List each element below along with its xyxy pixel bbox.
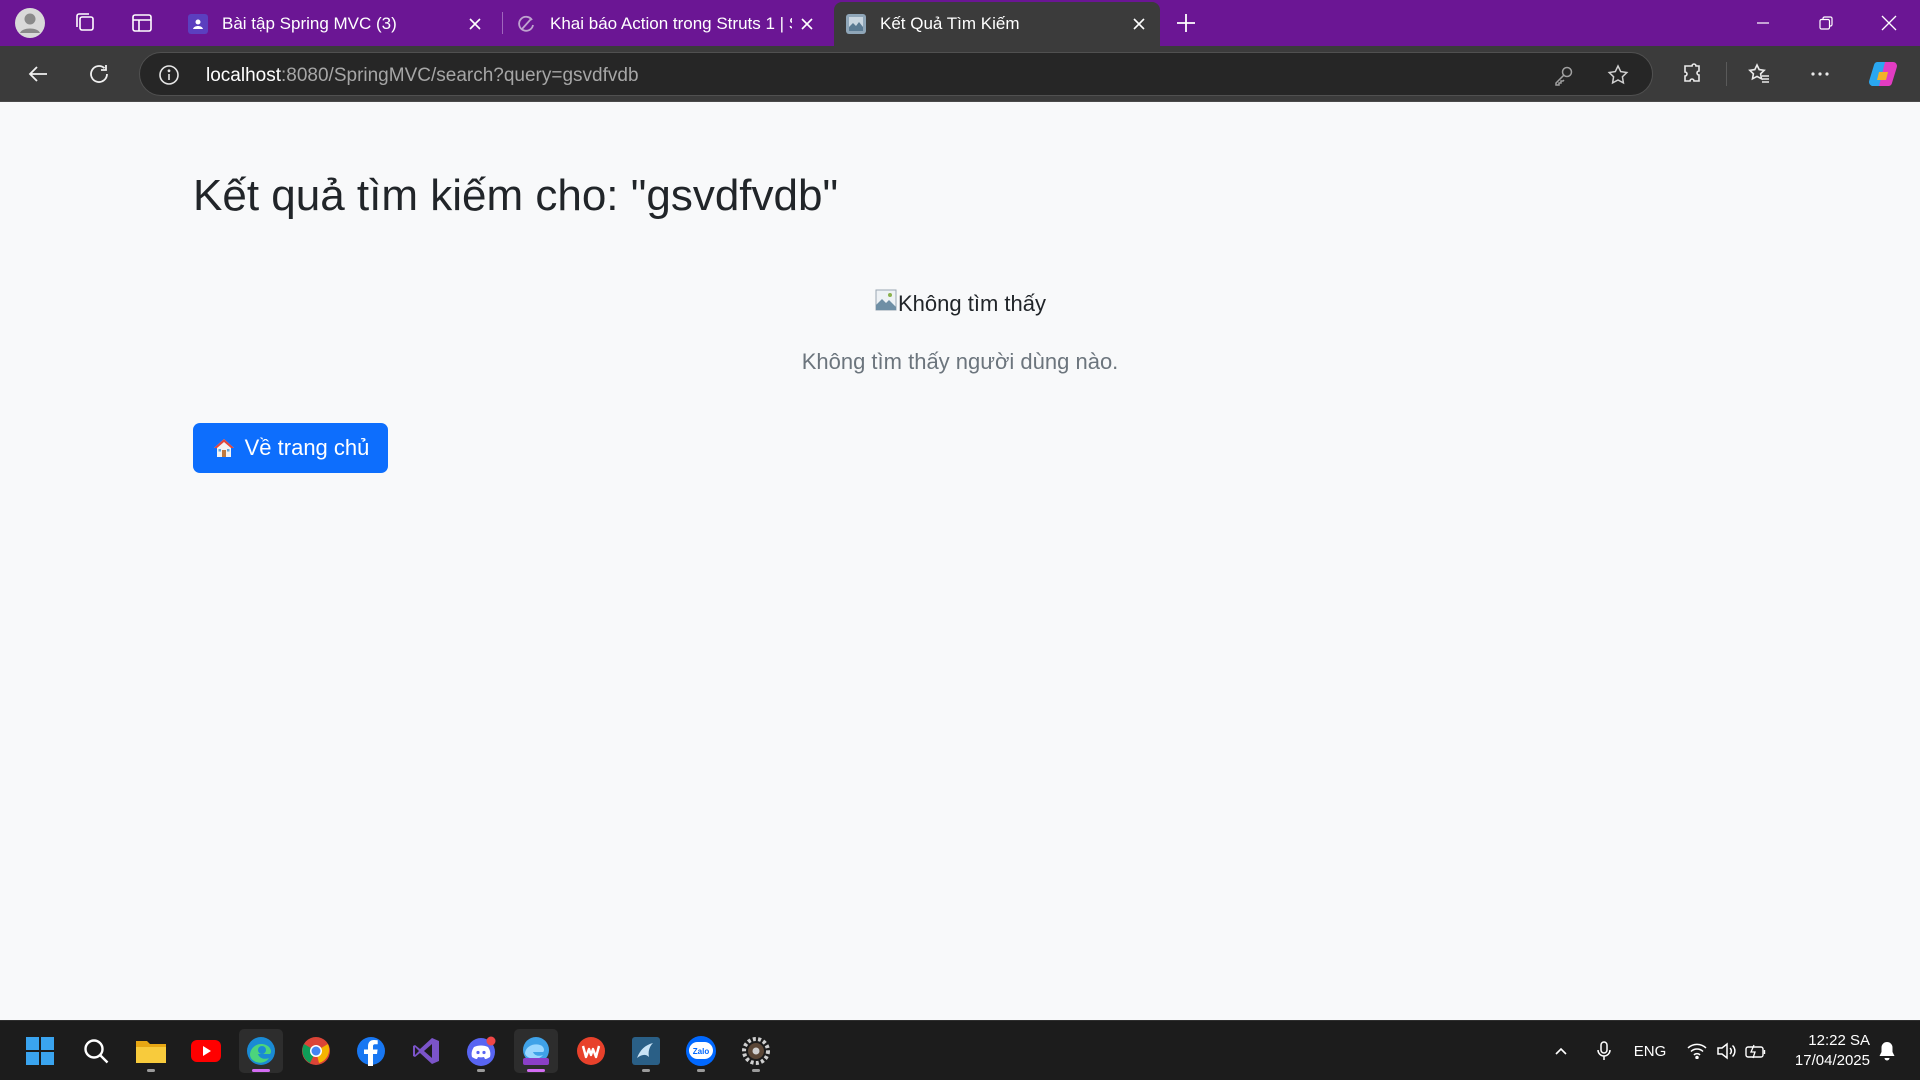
back-arrow-icon[interactable] bbox=[18, 54, 58, 94]
close-tab-icon[interactable] bbox=[792, 9, 822, 39]
no-results-message: Không tìm thấy người dùng nào. bbox=[801, 349, 1119, 374]
site-info-icon[interactable] bbox=[158, 64, 180, 86]
page-content: Kết quả tìm kiếm cho: "gsvdfvdb" Không t… bbox=[0, 103, 1920, 1020]
not-found-image: Không tìm thấy bbox=[875, 289, 1046, 317]
zalo-icon[interactable]: Zalo bbox=[679, 1029, 723, 1073]
facebook-icon[interactable] bbox=[349, 1029, 393, 1073]
browser-toolbar: localhost:8080/SpringMVC/search?query=gs… bbox=[0, 46, 1920, 102]
tab-separator bbox=[502, 12, 503, 34]
page-title: Kết quả tìm kiếm cho: "gsvdfvdb" bbox=[193, 171, 839, 220]
restore-icon[interactable] bbox=[1795, 0, 1857, 46]
extensions-puzzle-icon[interactable] bbox=[1672, 54, 1712, 94]
image-alt-text: Không tìm thấy bbox=[898, 291, 1046, 316]
favorite-star-icon[interactable] bbox=[1606, 63, 1630, 87]
active-indicator bbox=[527, 1069, 545, 1072]
visual-studio-icon[interactable] bbox=[404, 1029, 448, 1073]
search-icon[interactable] bbox=[74, 1029, 118, 1073]
close-tab-icon[interactable] bbox=[460, 9, 490, 39]
youtube-icon[interactable] bbox=[184, 1029, 228, 1073]
clock-time: 12:22 SA bbox=[1808, 1032, 1870, 1049]
edge-preview-icon[interactable] bbox=[514, 1029, 558, 1073]
running-indicator bbox=[697, 1069, 705, 1072]
url-text[interactable]: localhost:8080/SpringMVC/search?query=gs… bbox=[206, 65, 639, 87]
tab-title: Kết Quả Tìm Kiếm bbox=[880, 14, 1020, 33]
svg-text:Zalo: Zalo bbox=[693, 1047, 710, 1056]
close-window-icon[interactable] bbox=[1858, 0, 1920, 46]
toolbar-separator bbox=[1726, 62, 1727, 86]
running-indicator bbox=[752, 1069, 760, 1072]
minimize-icon[interactable] bbox=[1732, 0, 1794, 46]
notification-bell-icon[interactable] bbox=[1874, 1021, 1900, 1080]
house-icon bbox=[212, 436, 236, 460]
url-path: :8080/SpringMVC/search?query=gsvdfvdb bbox=[281, 65, 639, 86]
show-hidden-icons-chevron-icon[interactable] bbox=[1548, 1021, 1574, 1080]
wps-office-icon[interactable] bbox=[569, 1029, 613, 1073]
broken-page-favicon-icon bbox=[846, 14, 866, 34]
windows-taskbar: Zalo ENG 12:22 SA 17/04/2025 bbox=[0, 1020, 1920, 1080]
running-indicator bbox=[147, 1069, 155, 1072]
tab-title: Bài tập Spring MVC (3) bbox=[222, 14, 397, 33]
microphone-icon[interactable] bbox=[1590, 1021, 1618, 1080]
running-indicator bbox=[642, 1069, 650, 1072]
running-indicator bbox=[477, 1069, 485, 1072]
more-options-icon[interactable] bbox=[1800, 54, 1840, 94]
url-host: localhost bbox=[206, 65, 281, 86]
edge-icon[interactable] bbox=[239, 1029, 283, 1073]
home-button[interactable]: Về trang chủ bbox=[193, 423, 388, 473]
start-icon[interactable] bbox=[18, 1029, 62, 1073]
tab-struts[interactable]: Khai báo Action trong Struts 1 | Sh bbox=[504, 2, 828, 46]
system-clock[interactable]: 12:22 SA 17/04/2025 bbox=[1770, 1031, 1870, 1071]
tab-favicon-icon bbox=[188, 14, 208, 34]
browser-title-bar: Bài tập Spring MVC (3) Khai báo Action t… bbox=[0, 0, 1920, 46]
tab-spring-mvc[interactable]: Bài tập Spring MVC (3) bbox=[176, 2, 496, 46]
favorites-icon[interactable] bbox=[1739, 54, 1779, 94]
settings-gear-icon[interactable] bbox=[734, 1029, 778, 1073]
refresh-icon[interactable] bbox=[79, 54, 119, 94]
wifi-icon[interactable] bbox=[1684, 1021, 1710, 1080]
profile-avatar-icon[interactable] bbox=[10, 4, 50, 42]
active-indicator bbox=[252, 1069, 270, 1072]
tab-search-results[interactable]: Kết Quả Tìm Kiếm bbox=[834, 2, 1160, 46]
tab-title: Khai báo Action trong Struts 1 | Sh bbox=[550, 14, 792, 33]
language-label: ENG bbox=[1633, 1042, 1667, 1060]
close-tab-icon[interactable] bbox=[1124, 9, 1154, 39]
copilot-icon[interactable] bbox=[1863, 54, 1903, 94]
mysql-workbench-icon[interactable] bbox=[624, 1029, 668, 1073]
language-indicator[interactable]: ENG bbox=[1630, 1021, 1670, 1080]
password-key-icon[interactable] bbox=[1552, 63, 1576, 87]
discord-icon[interactable] bbox=[459, 1029, 503, 1073]
home-button-label: Về trang chủ bbox=[244, 435, 370, 460]
address-bar[interactable]: localhost:8080/SpringMVC/search?query=gs… bbox=[139, 52, 1653, 96]
clock-date: 17/04/2025 bbox=[1794, 1052, 1870, 1069]
loading-spinner-icon bbox=[516, 14, 536, 34]
chrome-icon[interactable] bbox=[294, 1029, 338, 1073]
broken-image-icon bbox=[875, 289, 897, 311]
workspaces-icon[interactable] bbox=[65, 4, 105, 42]
volume-icon[interactable] bbox=[1713, 1021, 1739, 1080]
vertical-tabs-icon[interactable] bbox=[122, 4, 162, 42]
file-explorer-icon[interactable] bbox=[129, 1029, 173, 1073]
new-tab-icon[interactable] bbox=[1166, 4, 1206, 42]
battery-icon[interactable] bbox=[1742, 1021, 1770, 1080]
